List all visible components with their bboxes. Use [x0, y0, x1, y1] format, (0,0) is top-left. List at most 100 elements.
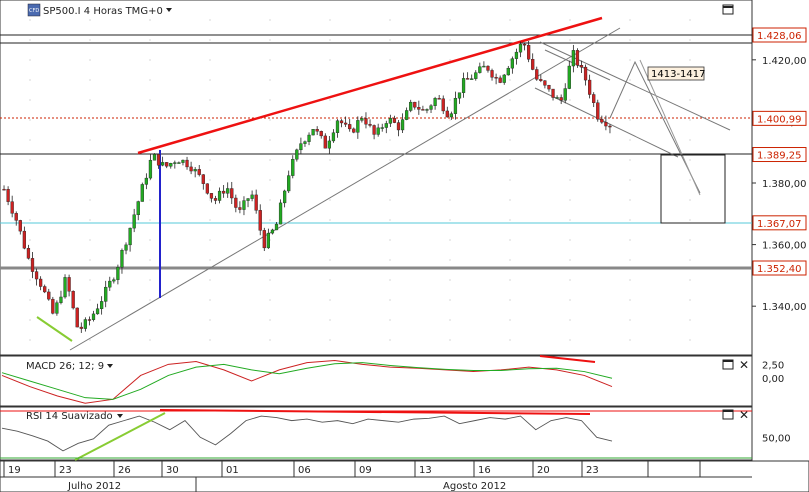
candle-bull [226, 188, 230, 194]
grid-dot [509, 19, 511, 21]
grid-dot [689, 199, 691, 201]
grid-dot [269, 119, 271, 121]
grid-dot [269, 339, 271, 341]
grid-dot [269, 139, 271, 141]
grid-dot [209, 279, 211, 281]
candle-bull [128, 227, 132, 246]
grid-dot [569, 39, 571, 41]
macd-label[interactable]: MACD 26; 12; 9 [26, 361, 104, 372]
grid-dot [389, 199, 391, 201]
candle-bear [551, 88, 555, 98]
grid-dot [509, 319, 511, 321]
chart-title[interactable]: SP500.I 4 Horas TMG+0 [43, 6, 163, 17]
grid-dot [329, 39, 331, 41]
symbol-badge-text: CFD [29, 8, 39, 14]
grid-dot [509, 339, 511, 341]
candle-bull [571, 50, 575, 67]
candle-bear [201, 174, 205, 184]
candle-bear [608, 125, 612, 128]
grid-dot [89, 119, 91, 121]
candle-bear [600, 118, 604, 123]
grid-dot [29, 119, 31, 121]
grid-dot [269, 99, 271, 101]
candle-bear [575, 50, 580, 66]
grid-dot [689, 39, 691, 41]
price-chart[interactable]: 1413-1417 CFD SP500.I 4 Horas TMG+0 1.42… [0, 0, 809, 492]
candle-bear [421, 109, 425, 111]
candle-bull [376, 127, 380, 135]
candle-bear [79, 326, 83, 329]
candle-bear [547, 85, 551, 90]
grid-dot [89, 199, 91, 201]
candle-bull [169, 163, 173, 167]
candle-bull [514, 51, 519, 59]
candle-bear [392, 118, 397, 123]
candle-bear [494, 77, 498, 79]
macd-tick-label: 0,00 [762, 374, 784, 385]
grid-dot [569, 299, 571, 301]
candle-bear [34, 271, 39, 280]
price-tag-label: 1.428,06 [757, 31, 802, 42]
candle-bull [112, 279, 116, 282]
grid-dot [509, 99, 511, 101]
grid-dot [389, 99, 391, 101]
candle-bear [579, 65, 584, 68]
grid-dot [629, 239, 631, 241]
grid-dot [269, 319, 271, 321]
candle-bull [100, 301, 104, 309]
grid-dot [89, 139, 91, 141]
grid-dot [149, 319, 151, 321]
candle-bull [266, 232, 270, 249]
rsi-close-icon[interactable]: ✕ [739, 408, 749, 422]
candle-bear [165, 162, 169, 167]
grid-dot [209, 199, 211, 201]
grid-dot [209, 99, 211, 101]
time-tick-label: 26 [118, 465, 131, 476]
grid-dot [329, 159, 331, 161]
candle-bull [405, 110, 409, 120]
grid-dot [269, 259, 271, 261]
candle-bear [230, 188, 234, 199]
candle-bear [368, 123, 372, 126]
grid-dot [449, 239, 451, 241]
candle-bear [2, 188, 6, 191]
main-panel [0, 0, 753, 356]
grid-dot [449, 339, 451, 341]
grid-dot [389, 239, 391, 241]
time-tick-label: 06 [298, 465, 311, 476]
grid-dot [569, 139, 571, 141]
grid-dot [149, 239, 151, 241]
time-tick-label: 23 [59, 465, 72, 476]
candle-bull [161, 162, 165, 166]
grid-dot [89, 299, 91, 301]
macd-tick-label: 2,50 [762, 360, 784, 371]
time-tick-label: 16 [478, 465, 491, 476]
grid-dot [329, 319, 331, 321]
grid-dot [689, 219, 691, 221]
grid-dot [449, 79, 451, 81]
grid-dot [29, 99, 31, 101]
candle-bear [234, 197, 238, 208]
grid-dot [629, 199, 631, 201]
candle-bear [323, 135, 327, 149]
candle-bull [335, 120, 340, 133]
grid-dot [149, 259, 151, 261]
candle-bull [181, 159, 185, 163]
grid-dot [629, 39, 631, 41]
candle-bull [384, 123, 388, 128]
grid-dot [569, 179, 571, 181]
grid-dot [449, 39, 451, 41]
grid-dot [269, 79, 271, 81]
grid-dot [149, 59, 151, 61]
grid-dot [629, 259, 631, 261]
grid-dot [509, 59, 511, 61]
time-tick-label: 01 [226, 465, 239, 476]
rsi-label[interactable]: RSI 14 Suavizado [26, 411, 113, 422]
time-tick-label: 13 [419, 465, 432, 476]
grid-dot [629, 79, 631, 81]
macd-close-icon[interactable]: ✕ [739, 358, 749, 372]
price-tick-label: 1.340,00 [762, 302, 807, 313]
candle-bull [311, 129, 315, 136]
grid-dot [29, 339, 31, 341]
time-tick-label: 23 [586, 465, 599, 476]
